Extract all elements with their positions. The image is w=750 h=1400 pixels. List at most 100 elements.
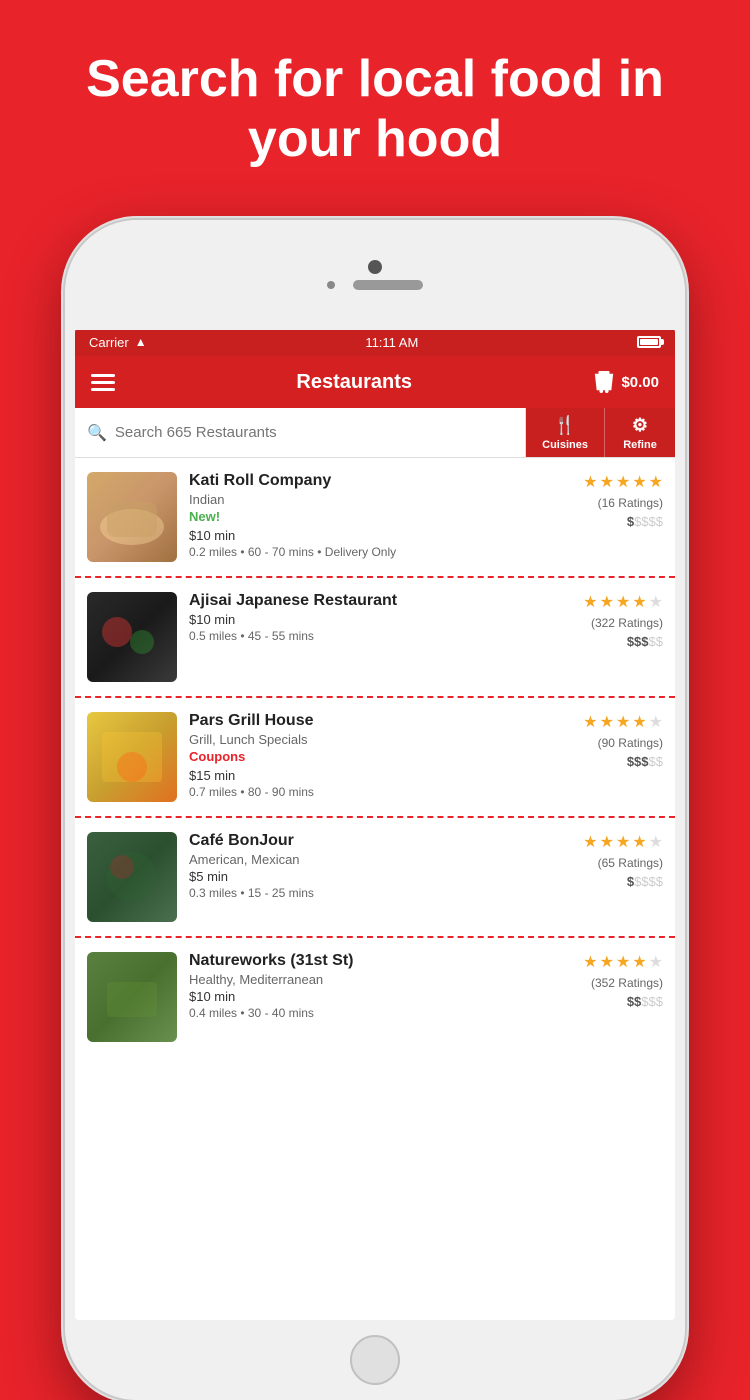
price-level: $$$$$	[627, 634, 663, 649]
home-button[interactable]	[350, 1335, 400, 1385]
restaurant-thumbnail	[87, 952, 177, 1042]
battery-icon	[637, 336, 661, 348]
time-label: 11:11 AM	[365, 335, 418, 350]
star-icon: ★	[600, 832, 614, 852]
search-box[interactable]: 🔍	[75, 408, 526, 457]
restaurant-min-order: $10 min	[189, 528, 571, 543]
price-level: $$$$$	[627, 754, 663, 769]
restaurant-min-order: $10 min	[189, 989, 571, 1004]
star-icon: ★	[616, 952, 630, 972]
restaurant-meta: ★★★★★ (322 Ratings) $$$$$	[583, 592, 663, 649]
hamburger-line	[91, 374, 115, 377]
restaurant-details: 0.5 miles • 45 - 55 mins	[189, 629, 571, 643]
cuisines-filter-button[interactable]: 🍴 Cuisines	[526, 408, 605, 457]
star-rating: ★★★★★	[583, 712, 663, 732]
menu-button[interactable]	[91, 374, 115, 391]
restaurant-thumbnail	[87, 832, 177, 922]
star-icon: ★	[649, 952, 663, 972]
star-icon: ★	[600, 952, 614, 972]
restaurant-name: Café BonJour	[189, 832, 571, 850]
restaurant-meta: ★★★★★ (90 Ratings) $$$$$	[583, 712, 663, 769]
ratings-count: (16 Ratings)	[598, 496, 663, 510]
front-camera	[368, 260, 382, 274]
restaurant-info: Café BonJour American, Mexican $5 min 0.…	[189, 832, 571, 900]
star-icon: ★	[632, 952, 646, 972]
star-icon: ★	[649, 592, 663, 612]
ratings-count: (90 Ratings)	[598, 736, 663, 750]
restaurant-thumbnail	[87, 592, 177, 682]
price-level: $$$$$	[627, 514, 663, 529]
restaurant-details: 0.3 miles • 15 - 25 mins	[189, 886, 571, 900]
restaurant-list-item[interactable]: Ajisai Japanese Restaurant $10 min 0.5 m…	[75, 578, 675, 698]
price-level: $$$$$	[627, 874, 663, 889]
restaurant-min-order: $5 min	[189, 869, 571, 884]
star-icon: ★	[583, 472, 597, 492]
price-level: $$$$$	[627, 994, 663, 1009]
star-icon: ★	[583, 712, 597, 732]
ratings-count: (65 Ratings)	[598, 856, 663, 870]
status-bar: Carrier ▲ 11:11 AM	[75, 328, 675, 356]
carrier-label: Carrier	[89, 335, 129, 350]
star-icon: ★	[616, 832, 630, 852]
phone-top	[65, 220, 685, 330]
refine-filter-button[interactable]: ⚙ Refine	[605, 408, 675, 457]
restaurant-cuisine: Indian	[189, 492, 571, 507]
filter-buttons: 🍴 Cuisines ⚙ Refine	[526, 408, 675, 457]
star-rating: ★★★★★	[583, 952, 663, 972]
restaurant-name: Kati Roll Company	[189, 472, 571, 490]
restaurant-list-item[interactable]: Pars Grill House Grill, Lunch Specials C…	[75, 698, 675, 818]
phone-bottom	[65, 1320, 685, 1400]
wifi-icon: ▲	[135, 335, 147, 349]
restaurant-info: Natureworks (31st St) Healthy, Mediterra…	[189, 952, 571, 1020]
restaurant-details: 0.7 miles • 80 - 90 mins	[189, 785, 571, 799]
cart-button[interactable]: $0.00	[593, 370, 659, 394]
cart-icon	[593, 370, 615, 394]
restaurant-info: Pars Grill House Grill, Lunch Specials C…	[189, 712, 571, 799]
phone-screen: Carrier ▲ 11:11 AM Restaurants	[75, 328, 675, 1320]
restaurant-meta: ★★★★★ (352 Ratings) $$$$$	[583, 952, 663, 1009]
refine-icon: ⚙	[632, 415, 648, 436]
star-icon: ★	[616, 472, 630, 492]
restaurant-details: 0.2 miles • 60 - 70 mins • Delivery Only	[189, 545, 571, 559]
restaurant-cuisine: American, Mexican	[189, 852, 571, 867]
restaurant-cuisine: Grill, Lunch Specials	[189, 732, 571, 747]
nav-bar: Restaurants $0.00	[75, 356, 675, 408]
hamburger-line	[91, 381, 115, 384]
refine-label: Refine	[623, 439, 657, 451]
restaurant-thumbnail	[87, 712, 177, 802]
star-rating: ★★★★★	[583, 472, 663, 492]
restaurant-name: Ajisai Japanese Restaurant	[189, 592, 571, 610]
ratings-count: (322 Ratings)	[591, 616, 663, 630]
star-icon: ★	[600, 592, 614, 612]
ratings-count: (352 Ratings)	[591, 976, 663, 990]
restaurant-thumbnail	[87, 472, 177, 562]
star-icon: ★	[616, 712, 630, 732]
restaurant-min-order: $15 min	[189, 768, 571, 783]
sensor-dot	[327, 281, 335, 289]
restaurant-min-order: $10 min	[189, 612, 571, 627]
restaurant-tag: New!	[189, 509, 571, 524]
phone-frame: Carrier ▲ 11:11 AM Restaurants	[65, 220, 685, 1400]
search-filter-row: 🔍 🍴 Cuisines ⚙ Refine	[75, 408, 675, 458]
restaurant-list-item[interactable]: Café BonJour American, Mexican $5 min 0.…	[75, 818, 675, 938]
restaurant-details: 0.4 miles • 30 - 40 mins	[189, 1006, 571, 1020]
search-icon: 🔍	[87, 423, 107, 443]
nav-title: Restaurants	[296, 371, 412, 394]
earpiece-speaker	[353, 280, 423, 290]
restaurant-name: Natureworks (31st St)	[189, 952, 571, 970]
star-icon: ★	[649, 712, 663, 732]
star-rating: ★★★★★	[583, 592, 663, 612]
restaurant-info: Kati Roll Company Indian New! $10 min 0.…	[189, 472, 571, 559]
cart-amount: $0.00	[621, 374, 659, 391]
cuisines-label: Cuisines	[542, 439, 588, 451]
star-icon: ★	[616, 592, 630, 612]
star-icon: ★	[600, 712, 614, 732]
hero-title: Search for local food in your hood	[0, 0, 750, 200]
restaurant-list-item[interactable]: Kati Roll Company Indian New! $10 min 0.…	[75, 458, 675, 578]
cuisines-icon: 🍴	[554, 415, 576, 436]
restaurant-list-item[interactable]: Natureworks (31st St) Healthy, Mediterra…	[75, 938, 675, 1056]
star-icon: ★	[649, 832, 663, 852]
restaurant-tag: Coupons	[189, 749, 571, 764]
search-input[interactable]	[115, 424, 513, 441]
star-icon: ★	[583, 952, 597, 972]
